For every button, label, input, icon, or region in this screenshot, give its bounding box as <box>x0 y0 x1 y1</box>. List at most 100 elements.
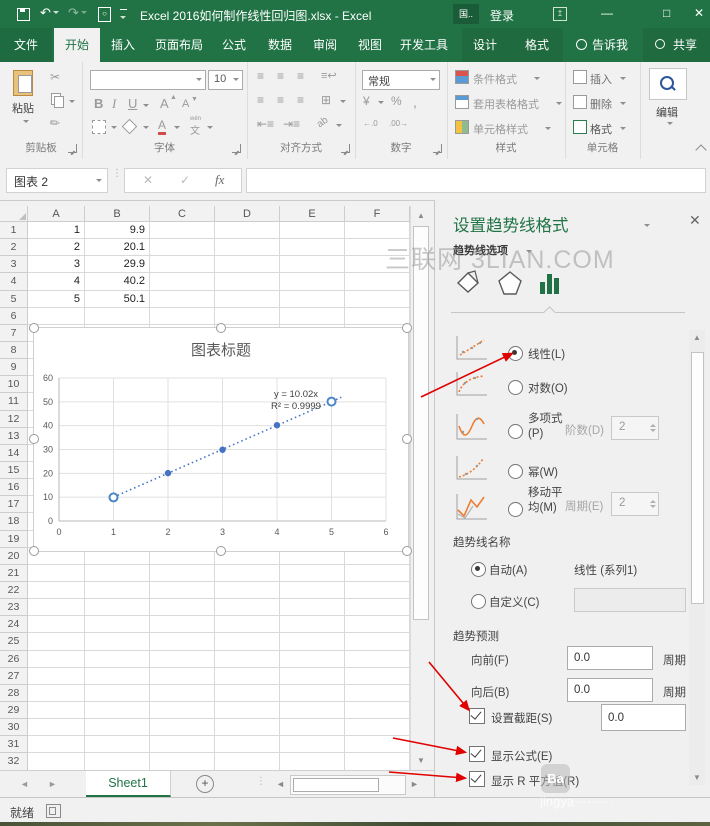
merge-center-icon[interactable]: ⊞ <box>321 93 331 107</box>
period-spinner[interactable]: 2 <box>611 492 659 516</box>
cell-D3[interactable] <box>215 256 280 273</box>
tab-design[interactable]: 设计 <box>462 28 508 62</box>
cell-D25[interactable] <box>215 633 280 650</box>
cell-B26[interactable] <box>85 651 150 668</box>
column-header-C[interactable]: C <box>150 206 215 222</box>
cell-A28[interactable] <box>28 685 85 702</box>
cell-E1[interactable] <box>280 222 345 239</box>
cell-B4[interactable]: 40.2 <box>85 273 150 290</box>
undo-icon[interactable]: ↶ <box>40 5 59 21</box>
cell-F32[interactable] <box>345 753 410 770</box>
cell-E32[interactable] <box>280 753 345 770</box>
cell-A21[interactable] <box>28 565 85 582</box>
number-format-combo[interactable]: 常规 <box>362 70 440 90</box>
data-point-marker[interactable] <box>165 470 171 476</box>
set-intercept-label[interactable]: 设置截距(S) <box>491 710 552 726</box>
cell-A23[interactable] <box>28 599 85 616</box>
chart-handle-sw[interactable] <box>29 546 39 556</box>
hscroll-left-icon[interactable]: ◄ <box>276 779 285 789</box>
set-intercept-checkbox[interactable] <box>469 708 485 724</box>
embedded-chart[interactable]: 图表标题01020304050600123456y = 10.02xR² = 0… <box>33 327 409 552</box>
cell-F21[interactable] <box>345 565 410 582</box>
cell-C27[interactable] <box>150 668 215 685</box>
font-size-combo[interactable]: 10 <box>208 70 243 90</box>
cell-C28[interactable] <box>150 685 215 702</box>
comma-style-icon[interactable]: , <box>413 94 417 110</box>
orientation-icon[interactable]: ab <box>315 115 330 130</box>
cell-C29[interactable] <box>150 702 215 719</box>
chart-handle-n[interactable] <box>216 323 226 333</box>
phonetic-guide-icon[interactable]: wén文 <box>190 116 201 137</box>
row-header-21[interactable]: 21 <box>0 565 28 582</box>
tab-page-layout[interactable]: 页面布局 <box>148 28 210 62</box>
cell-C4[interactable] <box>150 273 215 290</box>
clipboard-dialog-launcher-icon[interactable] <box>68 144 77 153</box>
pane-scroll-thumb[interactable] <box>691 352 704 604</box>
cell-B3[interactable]: 29.9 <box>85 256 150 273</box>
tab-review[interactable]: 审阅 <box>305 28 345 62</box>
cell-E6[interactable] <box>280 308 345 325</box>
cell-F24[interactable] <box>345 616 410 633</box>
cell-C31[interactable] <box>150 736 215 753</box>
cell-B1[interactable]: 9.9 <box>85 222 150 239</box>
pane-close-icon[interactable]: ✕ <box>689 212 701 229</box>
row-header-1[interactable]: 1 <box>0 222 28 239</box>
radio-auto-label[interactable]: 自动(A) <box>489 562 527 578</box>
cell-D28[interactable] <box>215 685 280 702</box>
cell-E4[interactable] <box>280 273 345 290</box>
cell-B31[interactable] <box>85 736 150 753</box>
tab-data[interactable]: 数据 <box>260 28 300 62</box>
formula-input[interactable] <box>246 168 706 193</box>
prev-sheet-icon[interactable]: ◄ <box>20 779 29 789</box>
cell-A3[interactable]: 3 <box>28 256 85 273</box>
cell-D21[interactable] <box>215 565 280 582</box>
select-all-corner[interactable] <box>0 206 28 222</box>
number-dialog-launcher-icon[interactable] <box>433 144 442 153</box>
spin-up-icon[interactable] <box>650 497 656 503</box>
cell-C1[interactable] <box>150 222 215 239</box>
cell-C21[interactable] <box>150 565 215 582</box>
cell-B6[interactable] <box>85 308 150 325</box>
spin-down-icon[interactable] <box>650 429 656 435</box>
order-spinner[interactable]: 2 <box>611 416 659 440</box>
horizontal-scrollbar[interactable] <box>290 775 406 795</box>
cell-F30[interactable] <box>345 719 410 736</box>
cell-F25[interactable] <box>345 633 410 650</box>
cell-F31[interactable] <box>345 736 410 753</box>
chart-handle-ne[interactable] <box>402 323 412 333</box>
cell-E22[interactable] <box>280 582 345 599</box>
row-header-24[interactable]: 24 <box>0 616 28 633</box>
row-header-3[interactable]: 3 <box>0 256 28 273</box>
column-header-B[interactable]: B <box>85 206 150 222</box>
decrease-indent-icon[interactable]: ⇤≡ <box>257 117 274 131</box>
accounting-format-icon[interactable]: ¥ <box>363 94 370 108</box>
row-header-9[interactable]: 9 <box>0 359 28 376</box>
cell-E30[interactable] <box>280 719 345 736</box>
x-tick-label[interactable]: 6 <box>383 527 388 537</box>
cell-B22[interactable] <box>85 582 150 599</box>
next-sheet-icon[interactable]: ► <box>48 779 57 789</box>
grow-font-button[interactable]: A <box>160 96 169 111</box>
chart-handle-s[interactable] <box>216 546 226 556</box>
chart-title[interactable]: 图表标题 <box>191 342 251 359</box>
print-preview-icon[interactable]: ○ <box>98 7 111 22</box>
conditional-formatting-button[interactable]: 条件格式 <box>473 71 517 87</box>
sheet-tab-sheet1[interactable]: Sheet1 <box>86 771 171 797</box>
cell-F5[interactable] <box>345 291 410 308</box>
shrink-font-button[interactable]: A <box>182 98 189 110</box>
cell-B2[interactable]: 20.1 <box>85 239 150 256</box>
font-color-icon[interactable]: A <box>158 118 166 135</box>
delete-cells-button[interactable]: 删除 <box>590 96 612 112</box>
scroll-up-icon[interactable]: ▲ <box>411 211 431 220</box>
tab-formulas[interactable]: 公式 <box>214 28 254 62</box>
wrap-text-icon[interactable]: ≡↩ <box>321 69 337 82</box>
data-point-marker[interactable] <box>110 493 118 501</box>
row-header-25[interactable]: 25 <box>0 633 28 650</box>
borders-icon[interactable] <box>92 120 106 134</box>
format-as-table-button[interactable]: 套用表格格式 <box>473 96 539 112</box>
cell-C22[interactable] <box>150 582 215 599</box>
cell-D4[interactable] <box>215 273 280 290</box>
font-dialog-launcher-icon[interactable] <box>232 144 241 153</box>
increase-decimal-icon[interactable]: ←.0 <box>363 119 378 128</box>
cell-F6[interactable] <box>345 308 410 325</box>
